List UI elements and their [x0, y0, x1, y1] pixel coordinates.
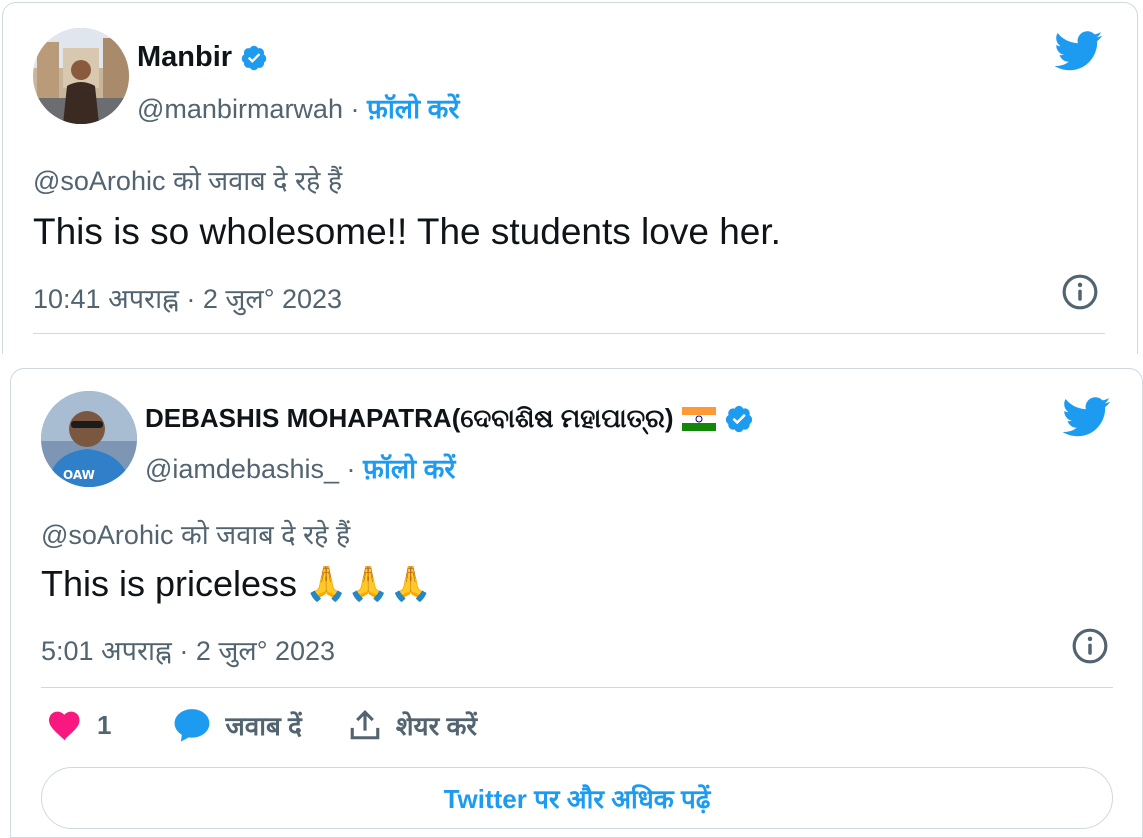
avatar[interactable]: OAW — [41, 391, 137, 487]
read-more-button[interactable]: Twitter पर और अधिक पढ़ें — [41, 767, 1113, 829]
timestamp[interactable]: 10:41 अपराह्न · 2 जुल° 2023 — [33, 279, 342, 316]
avatar[interactable] — [33, 28, 129, 124]
reply-context: @soArohic को जवाब दे रहे हैं — [41, 520, 351, 550]
handle-line: @manbirmarwah · फ़ॉलो करें — [137, 89, 459, 126]
tweet-card-manbir: Manbir @manbirmarwah · फ़ॉलो करें @soAro… — [2, 2, 1138, 354]
share-button[interactable]: शेयर करें — [348, 707, 477, 743]
verified-badge-icon — [241, 45, 267, 70]
verified-badge-icon — [725, 405, 752, 433]
like-count: 1 — [97, 709, 112, 740]
action-bar: 1 जवाब दें शेयर करें — [47, 707, 523, 743]
tweet-text: This is priceless — [41, 563, 298, 604]
tweet-text-line: This is priceless 🙏🙏🙏 — [41, 563, 432, 605]
info-icon[interactable] — [1061, 273, 1099, 316]
separator: · — [350, 94, 360, 124]
timestamp[interactable]: 5:01 अपराह्न · 2 जुल° 2023 — [41, 631, 335, 668]
handle[interactable]: @iamdebashis_ — [145, 454, 339, 484]
follow-link[interactable]: फ़ॉलो करें — [367, 94, 459, 124]
tweet-card-debashis: OAW DEBASHIS MOHAPATRA(ଦେବାଶିଷ ମହାପାତ୍ର)… — [10, 368, 1143, 838]
separator: · — [346, 454, 356, 484]
reply-bubble-icon — [175, 709, 210, 742]
share-icon — [350, 710, 380, 740]
handle-line: @iamdebashis_ · फ़ॉलो करें — [145, 449, 455, 486]
info-icon[interactable] — [1071, 627, 1109, 670]
india-flag-icon — [681, 407, 716, 431]
divider — [33, 333, 1105, 334]
follow-link[interactable]: फ़ॉलो करें — [363, 454, 455, 484]
twitter-bird-icon[interactable] — [1062, 397, 1111, 442]
handle[interactable]: @manbirmarwah — [137, 94, 343, 124]
like-button[interactable]: 1 — [47, 709, 111, 741]
reply-label: जवाब दें — [225, 711, 302, 741]
display-name[interactable]: Manbir — [137, 41, 268, 74]
tweet-text: This is so wholesome!! The students love… — [33, 211, 781, 252]
divider — [41, 687, 1113, 688]
twitter-bird-icon[interactable] — [1054, 31, 1103, 76]
reply-button[interactable]: जवाब दें — [173, 707, 302, 743]
reply-context: @soArohic को जवाब दे रहे हैं — [33, 166, 343, 196]
svg-text:OAW: OAW — [63, 468, 95, 482]
display-name-text: Manbir — [137, 41, 233, 73]
heart-icon — [49, 711, 80, 741]
display-name-text: DEBASHIS MOHAPATRA(ଦେବାଶିଷ ମହାପାତ୍ର) — [145, 403, 674, 433]
display-name[interactable]: DEBASHIS MOHAPATRA(ଦେବାଶିଷ ମହାପାତ୍ର) — [145, 403, 754, 435]
folded-hands-emoji: 🙏🙏🙏 — [305, 565, 433, 603]
share-label: शेयर करें — [395, 711, 478, 741]
